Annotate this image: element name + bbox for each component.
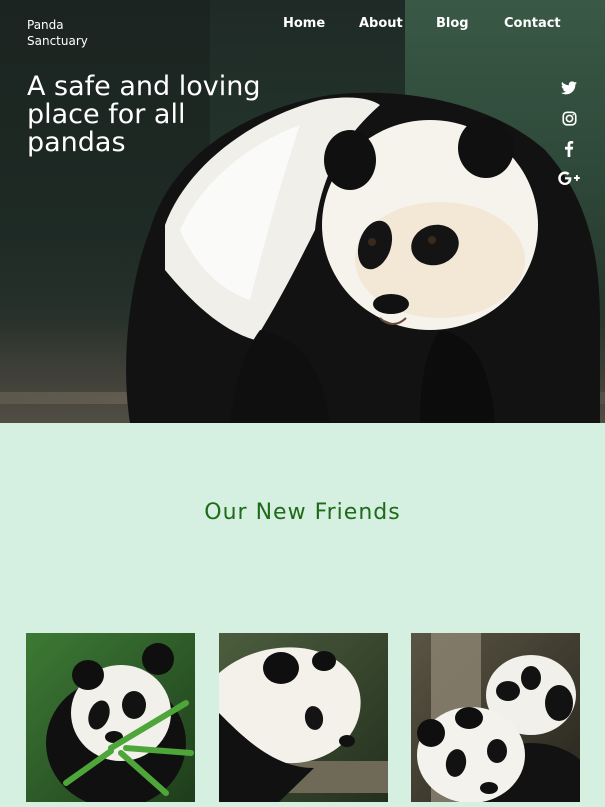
brand-line-2: Sanctuary <box>27 34 88 48</box>
panda-eating-bamboo-image <box>26 633 195 802</box>
hero-headline-line-3: pandas <box>27 127 126 158</box>
nav-home[interactable]: Home <box>283 16 325 31</box>
hero-headline-line-1: A safe and loving <box>27 71 261 102</box>
nav-about[interactable]: About <box>359 16 403 31</box>
gallery-card-1[interactable] <box>26 633 195 802</box>
hero-panda-image <box>126 92 600 423</box>
google-plus-icon[interactable] <box>556 168 582 188</box>
panda-pair-cuddling-image <box>411 633 580 802</box>
nav-blog[interactable]: Blog <box>436 16 469 31</box>
twitter-icon[interactable] <box>556 78 582 98</box>
nav-contact[interactable]: Contact <box>504 16 561 31</box>
panda-profile-log-image <box>219 633 388 802</box>
facebook-icon[interactable] <box>556 139 582 159</box>
section-title: Our New Friends <box>204 500 401 525</box>
hero-section: Panda Sanctuary Home About Blog Contact … <box>0 0 605 423</box>
brand-logo[interactable]: Panda Sanctuary <box>27 17 88 49</box>
hero-headline: A safe and loving place for all pandas <box>27 73 287 157</box>
gallery-card-3[interactable] <box>411 633 580 802</box>
gallery-card-2[interactable] <box>219 633 388 802</box>
brand-line-1: Panda <box>27 18 64 32</box>
hero-headline-line-2: place for all <box>27 99 186 130</box>
instagram-icon[interactable] <box>556 108 582 128</box>
